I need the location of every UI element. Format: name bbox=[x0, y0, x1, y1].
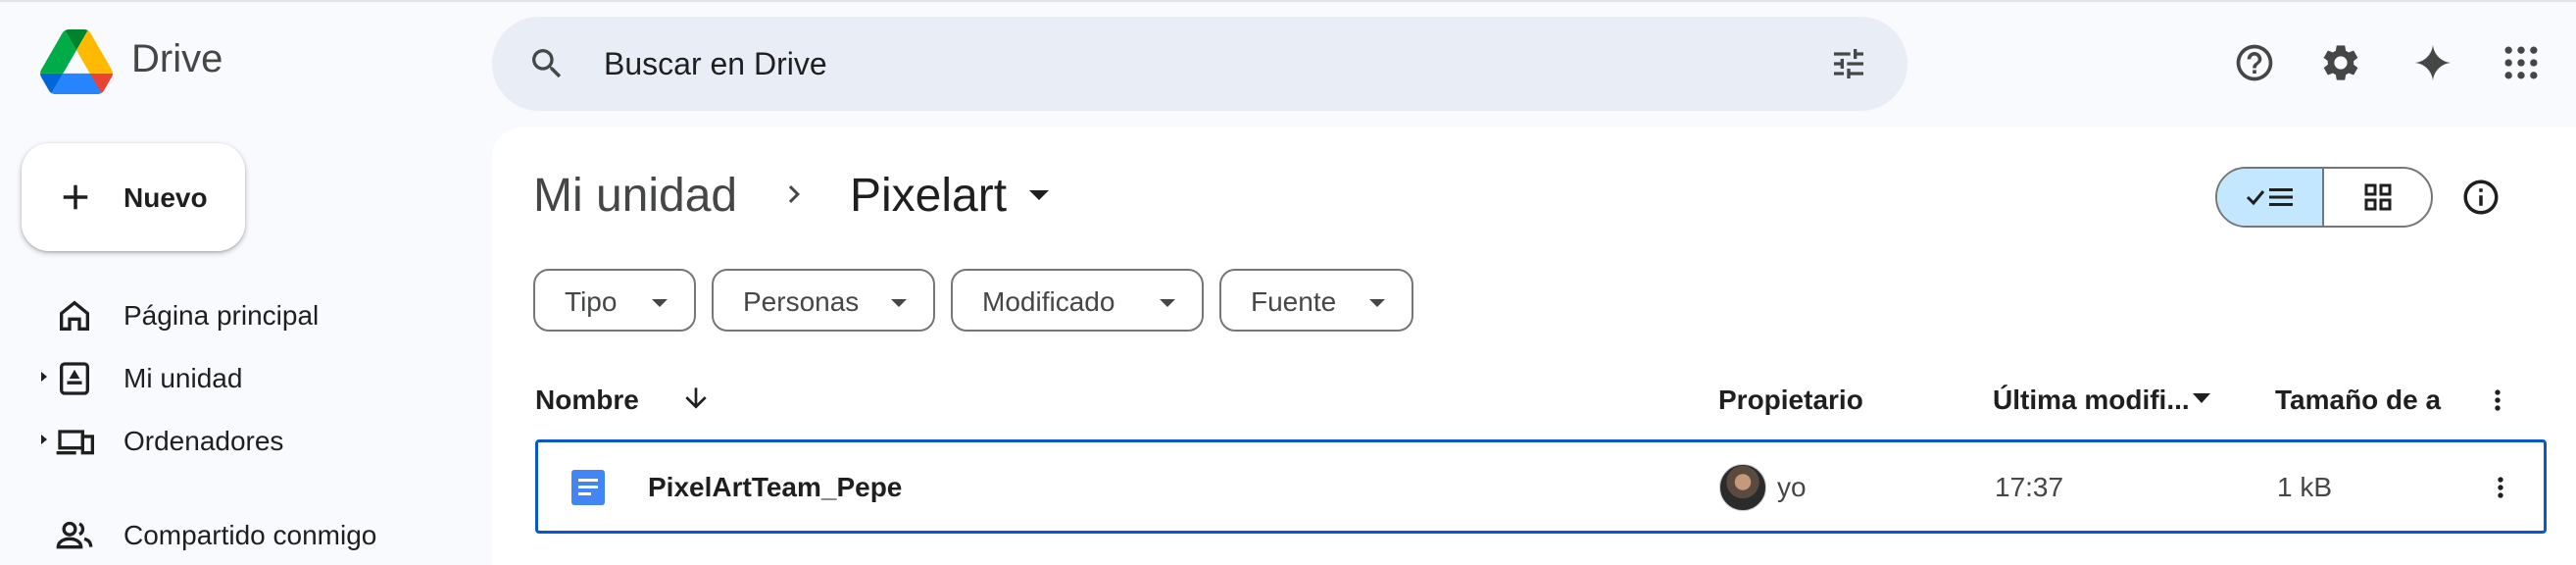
table-row[interactable]: PixelArtTeam_Pepe yo 17:37 1 kB bbox=[535, 439, 2547, 534]
gemini-icon bbox=[2414, 44, 2452, 81]
more-vert-icon[interactable] bbox=[2485, 472, 2516, 503]
view-toggle[interactable] bbox=[2215, 167, 2433, 228]
search-icon[interactable] bbox=[527, 44, 567, 83]
gemini-button[interactable] bbox=[2409, 39, 2456, 86]
file-name[interactable]: PixelArtTeam_Pepe bbox=[648, 472, 902, 503]
dropdown-caret-icon[interactable] bbox=[1027, 188, 1051, 202]
filter-label: Personas bbox=[743, 286, 860, 317]
sidebar-item-label: Compartido conmigo bbox=[124, 520, 377, 550]
search-bar[interactable] bbox=[492, 17, 1907, 111]
help-icon bbox=[2236, 44, 2273, 81]
dropdown-caret-icon bbox=[1369, 299, 1385, 307]
apps-button[interactable] bbox=[2498, 39, 2545, 86]
dropdown-caret-icon bbox=[1160, 299, 1175, 307]
sort-down-arrow-icon[interactable] bbox=[680, 381, 712, 416]
breadcrumb-root[interactable]: Mi unidad bbox=[533, 169, 737, 223]
apps-grid-icon bbox=[2504, 46, 2538, 79]
sidebar-item-shared[interactable]: Compartido conmigo bbox=[0, 504, 471, 563]
new-button[interactable]: Nuevo bbox=[22, 143, 245, 251]
grid-view-button[interactable] bbox=[2324, 169, 2431, 226]
settings-icon bbox=[2323, 45, 2358, 80]
plus-icon bbox=[63, 184, 88, 210]
google-docs-icon bbox=[571, 470, 605, 505]
settings-button[interactable] bbox=[2317, 39, 2364, 86]
filter-source[interactable]: Fuente bbox=[1219, 269, 1413, 332]
check-list-icon bbox=[2246, 188, 2293, 206]
column-header-owner[interactable]: Propietario bbox=[1718, 385, 1863, 416]
shared-icon bbox=[56, 521, 93, 549]
column-header-name[interactable]: Nombre bbox=[535, 385, 639, 416]
file-modified: 17:37 bbox=[1995, 472, 2064, 502]
my-drive-icon bbox=[60, 362, 89, 395]
main-panel: Mi unidad Pixelart Tipo Personas Modific… bbox=[492, 128, 2576, 565]
filter-modified[interactable]: Modificado bbox=[951, 269, 1204, 332]
help-button[interactable] bbox=[2231, 39, 2278, 86]
computers-icon bbox=[56, 430, 94, 455]
filter-people[interactable]: Personas bbox=[712, 269, 935, 332]
sidebar-item-computers[interactable]: Ordenadores bbox=[0, 410, 471, 469]
filter-label: Modificado bbox=[982, 286, 1115, 317]
top-border bbox=[0, 0, 2576, 2]
info-icon[interactable] bbox=[2460, 177, 2502, 218]
drive-logo-icon[interactable] bbox=[39, 29, 114, 94]
expand-caret-icon[interactable] bbox=[39, 369, 49, 385]
home-icon bbox=[60, 300, 89, 331]
more-vert-icon[interactable] bbox=[2482, 385, 2513, 416]
app-title[interactable]: Drive bbox=[131, 37, 223, 81]
dropdown-caret-icon bbox=[652, 299, 668, 307]
sidebar-item-label: Página principal bbox=[124, 300, 320, 331]
new-button-label: Nuevo bbox=[124, 182, 208, 213]
breadcrumb-current[interactable]: Pixelart bbox=[850, 169, 1007, 223]
column-header-modified[interactable]: Última modifi... bbox=[1993, 385, 2190, 416]
file-size: 1 kB bbox=[2277, 472, 2333, 502]
search-input[interactable] bbox=[604, 36, 1780, 91]
list-view-button[interactable] bbox=[2217, 169, 2325, 226]
filter-label: Tipo bbox=[565, 286, 618, 317]
sidebar-item-my-drive[interactable]: Mi unidad bbox=[0, 347, 471, 406]
dropdown-caret-icon bbox=[891, 299, 907, 307]
owner-avatar bbox=[1719, 464, 1766, 511]
dropdown-caret-icon[interactable] bbox=[2192, 392, 2211, 404]
column-header-size[interactable]: Tamaño de a bbox=[2275, 385, 2441, 416]
chevron-right-icon bbox=[788, 185, 800, 203]
filter-type[interactable]: Tipo bbox=[533, 269, 696, 332]
file-owner: yo bbox=[1777, 472, 1807, 502]
sidebar-item-label: Mi unidad bbox=[124, 363, 243, 393]
expand-caret-icon[interactable] bbox=[39, 432, 49, 447]
tune-icon[interactable] bbox=[1829, 44, 1868, 83]
sidebar-item-label: Ordenadores bbox=[124, 426, 284, 456]
grid-icon bbox=[2364, 183, 2391, 211]
sidebar-item-home[interactable]: Página principal bbox=[0, 284, 471, 343]
filter-label: Fuente bbox=[1251, 286, 1337, 317]
